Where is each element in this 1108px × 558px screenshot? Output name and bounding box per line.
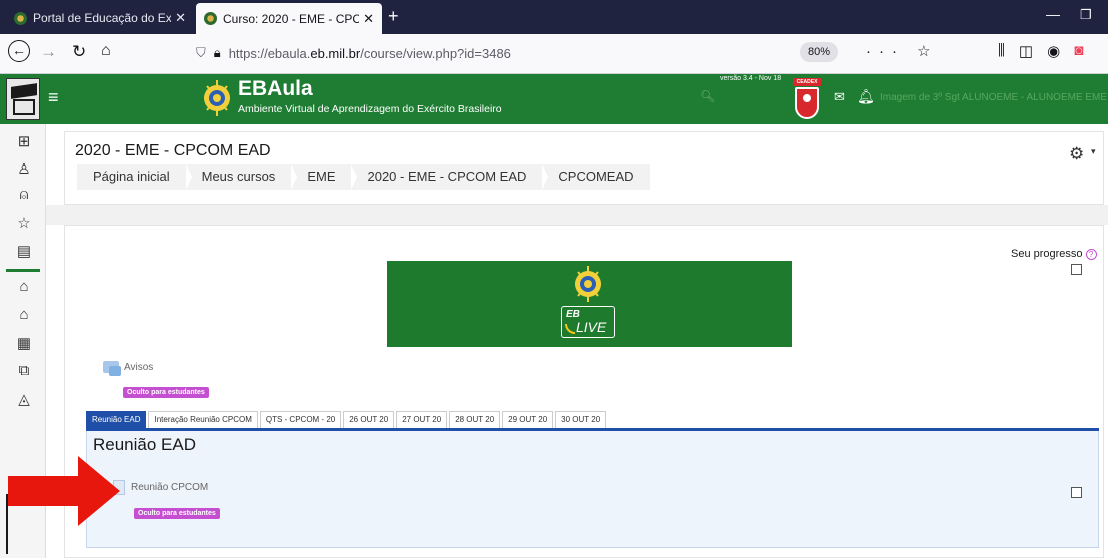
avisos-activity[interactable]: Avisos <box>103 361 153 376</box>
url-bar[interactable]: ⛉ 🔒︎ https://ebaula. eb.mil.br/course/vie… <box>196 40 856 66</box>
sidebar-icon[interactable]: ◫ <box>1019 42 1033 60</box>
breadcrumb-category[interactable]: EME <box>291 164 358 190</box>
url-host: eb.mil.br <box>310 45 361 61</box>
pocket-icon[interactable]: ◙ <box>1074 42 1083 60</box>
reuniao-cpcom-activity[interactable]: Reunião CPCOM <box>113 480 208 495</box>
browser-nav-bar: ← → ↻ ⌂ ⛉ 🔒︎ https://ebaula. eb.mil.br/co… <box>0 34 1108 74</box>
home-icon[interactable]: ⌂ <box>101 42 111 60</box>
tab-28-out[interactable]: 28 OUT 20 <box>449 411 501 428</box>
activity-label[interactable]: Avisos <box>124 362 153 373</box>
army-emblem-icon <box>204 80 230 116</box>
browser-tab-course[interactable]: Curso: 2020 - EME - CPCOM EAD ✕ <box>196 3 382 34</box>
brand-title[interactable]: EBAula <box>238 77 313 101</box>
tab-27-out[interactable]: 27 OUT 20 <box>396 411 448 428</box>
completion-checkbox[interactable] <box>1071 487 1082 498</box>
back-icon[interactable]: ← <box>8 40 30 62</box>
ceadex-label: CEADEX <box>793 78 821 86</box>
favicon-icon <box>14 11 27 25</box>
forum-icon <box>103 361 121 376</box>
section-panel: Reunião EAD Reunião CPCOM Oculto para es… <box>86 431 1099 548</box>
graduation-icon[interactable]: ◬ <box>15 390 33 408</box>
brand-subtitle: Ambiente Virtual de Aprendizagem do Exér… <box>238 103 502 115</box>
page-title: 2020 - EME - CPCOM EAD <box>75 142 271 159</box>
page-header-card: 2020 - EME - CPCOM EAD Página inicial Me… <box>64 131 1104 205</box>
star-icon[interactable]: ☆ <box>15 214 33 232</box>
gear-icon[interactable]: ⚙ <box>1069 144 1084 164</box>
breadcrumb: Página inicial Meus cursos EME 2020 - EM… <box>77 164 650 190</box>
progress-label: Seu progresso? <box>1011 248 1097 260</box>
url-path: /course/view.php?id=3486 <box>360 45 511 61</box>
library-icon[interactable]: ⫼ <box>998 42 1005 60</box>
reload-icon[interactable]: ↻ <box>72 42 86 62</box>
calendar-icon[interactable]: ▦ <box>15 334 33 352</box>
ceadex-logo: CEADEX <box>793 78 821 120</box>
zoom-indicator[interactable]: 80% <box>800 42 839 62</box>
elearning-logo-icon[interactable] <box>6 78 40 120</box>
eb-live-banner[interactable]: EB LIVE <box>387 261 792 347</box>
breadcrumb-current[interactable]: CPCOMEAD <box>542 164 649 190</box>
army-emblem-icon <box>575 266 601 302</box>
toolbar-icons: ⫼ ◫ ◉ ◙ <box>998 42 1083 60</box>
users-icon[interactable]: ♙ <box>15 160 33 178</box>
search-icon[interactable]: 🔍︎ <box>700 89 715 103</box>
course-tabs: Reunião EAD Interação Reunião CPCOM QTS … <box>86 411 608 428</box>
tab-qts[interactable]: QTS - CPCOM - 20 <box>259 411 342 428</box>
url-prefix: https://ebaula. <box>228 45 311 61</box>
lock-icon[interactable]: 🔒︎ <box>214 45 221 61</box>
close-icon[interactable]: ✕ <box>175 10 186 26</box>
new-tab-button[interactable]: + <box>388 6 399 27</box>
course-content-card: Seu progresso? EB LIVE Avisos Oculto par… <box>64 225 1104 558</box>
tab-26-out[interactable]: 26 OUT 20 <box>343 411 395 428</box>
restore-icon[interactable]: ❐ <box>1080 7 1092 23</box>
hidden-badge: Oculto para estudantes <box>134 508 220 519</box>
browser-tab-portal[interactable]: Portal de Educação do Exército ✕ <box>6 4 194 32</box>
activity-label[interactable]: Reunião CPCOM <box>131 482 208 493</box>
tab-reuniao-ead[interactable]: Reunião EAD <box>86 411 147 428</box>
account-icon[interactable]: ◉ <box>1047 42 1060 60</box>
eb-live-logo: EB LIVE <box>561 306 615 338</box>
progress-checkbox[interactable] <box>1071 264 1082 275</box>
favicon-icon <box>204 12 217 25</box>
breadcrumb-my-courses[interactable]: Meus cursos <box>186 164 297 190</box>
broadcast-icon <box>565 324 575 334</box>
forward-icon[interactable]: → <box>40 42 57 62</box>
minimize-icon[interactable]: — <box>1046 6 1060 22</box>
files-icon[interactable]: ⧉ <box>15 362 33 379</box>
breadcrumb-home[interactable]: Página inicial <box>77 164 192 190</box>
mail-icon[interactable]: ✉ <box>834 89 845 105</box>
book-icon[interactable]: ▤ <box>15 242 33 260</box>
version-label: versão 3.4 - Nov 18 <box>720 75 782 82</box>
tab-30-out[interactable]: 30 OUT 20 <box>555 411 607 428</box>
user-menu[interactable]: Imagem de 3º Sgt ALUNOEME - ALUNOEME EME <box>880 92 1107 103</box>
page-background-gap <box>46 205 1108 225</box>
chevron-down-icon[interactable]: ▾ <box>1091 146 1096 157</box>
shield-icon[interactable]: ⛉ <box>196 45 206 61</box>
tab-interacao-reuniao[interactable]: Interação Reunião CPCOM <box>148 411 258 428</box>
page-actions-icon[interactable]: ··· ☆ <box>866 42 939 60</box>
bell-icon[interactable]: 🔔︎ <box>857 88 875 105</box>
rail-separator <box>6 269 40 272</box>
browser-tab-strip: Portal de Educação do Exército ✕ Curso: … <box>0 0 1108 34</box>
close-icon[interactable]: ✕ <box>363 11 374 27</box>
tab-label: Curso: 2020 - EME - CPCOM EAD <box>223 11 360 26</box>
help-icon[interactable]: ? <box>1085 249 1097 260</box>
grid-icon[interactable]: ⊞ <box>15 132 33 150</box>
hidden-badge: Oculto para estudantes <box>123 387 209 398</box>
red-arrow-icon <box>8 456 120 526</box>
badge-icon[interactable]: ⍝ <box>15 186 33 203</box>
tab-29-out[interactable]: 29 OUT 20 <box>502 411 554 428</box>
site-header: ≡ EBAula Ambiente Virtual de Aprendizage… <box>0 74 1108 124</box>
menu-icon[interactable]: ≡ <box>48 87 59 108</box>
home-icon[interactable]: ⌂ <box>15 278 33 295</box>
tab-label: Portal de Educação do Exército <box>33 11 172 25</box>
section-title: Reunião EAD <box>93 435 197 454</box>
live-label: LIVE <box>576 319 607 335</box>
breadcrumb-course[interactable]: 2020 - EME - CPCOM EAD <box>351 164 549 190</box>
home-icon[interactable]: ⌂ <box>15 306 33 323</box>
